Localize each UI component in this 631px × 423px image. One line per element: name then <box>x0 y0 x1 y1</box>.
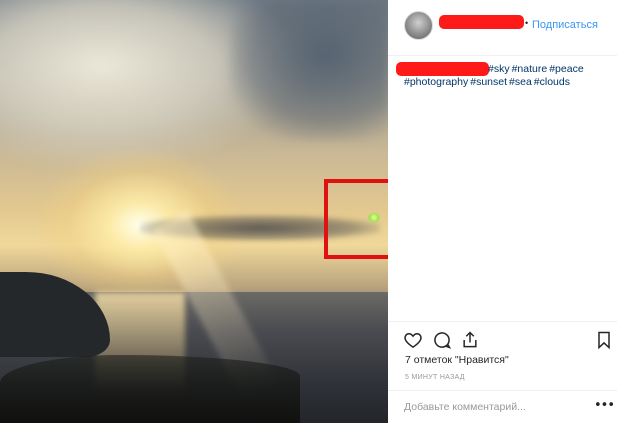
hashtag-link[interactable]: #sky <box>488 63 510 75</box>
post-caption: #sky #nature #peace #photography #sunset #se… <box>404 63 614 89</box>
share-icon <box>463 331 477 348</box>
comment-input[interactable] <box>404 398 584 416</box>
hashtag-link[interactable]: #clouds <box>534 76 570 88</box>
hashtag-link[interactable]: #peace <box>549 63 583 75</box>
divider <box>388 321 617 322</box>
like-button[interactable] <box>403 330 423 350</box>
divider <box>388 390 617 391</box>
heart-icon <box>404 332 422 348</box>
hashtag-link[interactable]: #sunset <box>470 76 507 88</box>
red-highlight-box <box>324 179 388 259</box>
post-header: • Подписаться <box>388 0 617 56</box>
comment-icon <box>434 332 452 349</box>
hashtag-link[interactable]: #photography <box>404 76 468 88</box>
photo-dark-cloud <box>230 0 388 140</box>
post-side-panel: • Подписаться #sky #nature #peace #photogr… <box>388 0 631 423</box>
hashtag-link[interactable]: #sea <box>509 76 532 88</box>
bookmark-icon <box>598 331 610 350</box>
share-button[interactable] <box>460 330 480 350</box>
comment-button[interactable] <box>432 330 452 350</box>
avatar[interactable] <box>404 11 433 40</box>
save-button[interactable] <box>594 330 614 350</box>
post-photo[interactable] <box>0 0 388 423</box>
redacted-username <box>439 15 524 29</box>
header-separator: • <box>525 18 529 28</box>
likes-count[interactable]: 7 отметок "Нравится" <box>405 354 509 366</box>
photo-foreground-grass <box>0 355 300 423</box>
post-timestamp[interactable]: 5 МИНУТ НАЗАД <box>405 374 465 381</box>
follow-button[interactable]: Подписаться <box>532 19 598 31</box>
hashtag-link[interactable]: #nature <box>512 63 548 75</box>
more-options-button[interactable]: ••• <box>594 398 615 413</box>
